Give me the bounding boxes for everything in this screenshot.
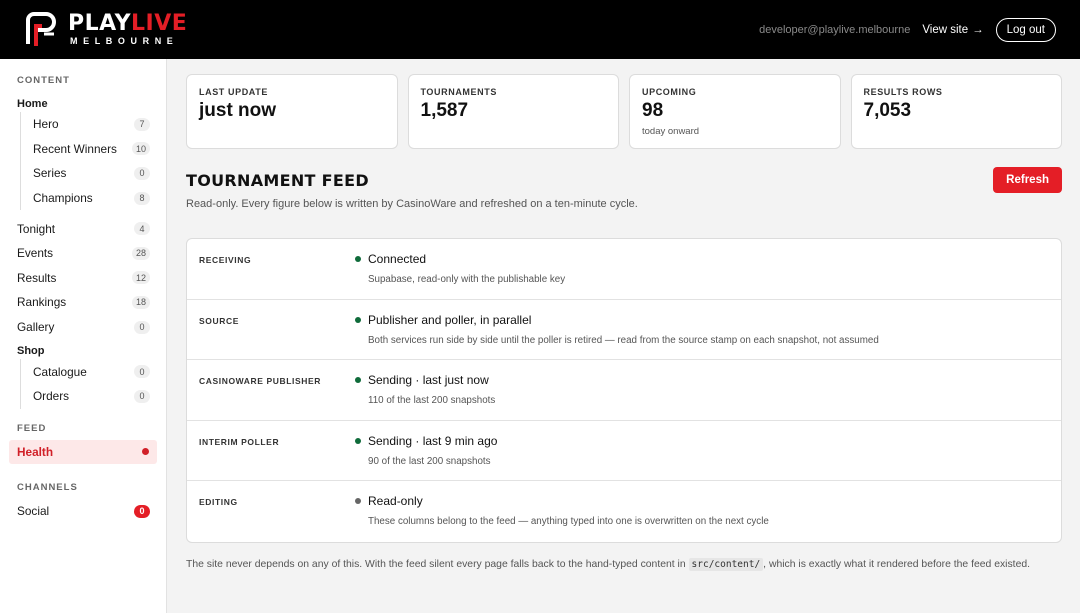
user-email: developer@playlive.melbourne	[759, 23, 911, 36]
stats-row: Last update just now Tournaments 1,587 U…	[186, 74, 1062, 149]
logo-mark-icon	[24, 11, 60, 48]
row-status: Publisher and poller, in parallel	[368, 312, 532, 327]
sidebar-item-catalogue[interactable]: Catalogue 0	[21, 359, 166, 384]
count-badge: 0	[134, 166, 150, 180]
sidebar-group-home[interactable]: Home	[0, 98, 166, 110]
status-row-editing: Editing Read-only These columns belong t…	[187, 481, 1061, 542]
content-path-code: src/content/	[688, 557, 764, 571]
row-label: Editing	[199, 497, 238, 507]
sidebar-item-health[interactable]: Health	[9, 439, 157, 465]
row-status: Sending · last 9 min ago	[368, 433, 498, 448]
row-detail: These columns belong to the feed — anyth…	[368, 516, 769, 527]
logo-subtitle: MELBOURNE	[70, 36, 179, 46]
sidebar-heading-channels: Channels	[17, 482, 78, 494]
row-detail: Supabase, read-only with the publishable…	[368, 274, 566, 285]
arrow-right-icon: →	[972, 23, 984, 36]
sidebar-item-tonight[interactable]: Tonight 4	[0, 216, 166, 241]
sidebar-item-orders[interactable]: Orders 0	[21, 384, 166, 409]
stat-label: Upcoming	[642, 87, 697, 97]
sidebar-item-series[interactable]: Series 0	[21, 161, 166, 186]
sidebar-item-champions[interactable]: Champions 8	[21, 186, 166, 211]
row-label: Source	[199, 315, 239, 326]
logo-wordmark: PLAYLIVE	[68, 11, 188, 36]
status-dot-icon	[355, 498, 361, 504]
sidebar-heading-content: Content	[17, 75, 70, 86]
row-status: Read-only	[368, 494, 423, 508]
sidebar: Content Home Hero 7 Recent Winners 10 Seri…	[0, 59, 167, 613]
count-badge: 0	[134, 320, 150, 334]
status-row-poller: Interim poller Sending · last 9 min ago …	[187, 421, 1061, 481]
row-label: Interim poller	[199, 436, 280, 447]
count-badge: 12	[131, 271, 150, 285]
sidebar-item-recent-winners[interactable]: Recent Winners 10	[21, 137, 166, 162]
status-row-publisher: CasinoWare publisher Sending · last just…	[187, 360, 1061, 421]
sidebar-heading-feed: Feed	[17, 422, 47, 434]
sidebar-item-gallery[interactable]: Gallery 0	[0, 315, 166, 340]
row-label: CasinoWare publisher	[199, 376, 322, 386]
row-status: Connected	[368, 252, 427, 266]
status-dot-icon	[355, 316, 361, 323]
feed-description: Read-only. Every figure below is written…	[186, 198, 638, 210]
sidebar-item-rankings[interactable]: Rankings 18	[0, 290, 166, 315]
stat-value: 1,587	[420, 100, 469, 121]
count-badge: 28	[131, 246, 150, 260]
stat-value: 98	[642, 100, 664, 121]
count-badge: 0	[134, 389, 150, 403]
home-submenu: Hero 7 Recent Winners 10 Series 0 Champions…	[20, 112, 166, 211]
stat-subtext: today onward	[642, 126, 700, 137]
status-dot-icon	[355, 256, 361, 262]
view-site-link[interactable]: View site →	[922, 24, 983, 36]
stat-card-results-rows: Results rows 7,053	[850, 74, 1062, 149]
status-row-source: Source Publisher and poller, in parallel…	[187, 300, 1061, 360]
stat-value: just now	[199, 100, 277, 121]
stat-label: Tournaments	[420, 87, 497, 97]
row-status: Sending · last just now	[368, 373, 489, 387]
stat-value: 7,053	[863, 100, 912, 121]
stat-card-last-update: Last update just now	[186, 74, 398, 149]
count-badge: 0	[134, 504, 150, 518]
stat-card-tournaments: Tournaments 1,587	[407, 74, 619, 149]
stat-label: Results rows	[863, 87, 943, 97]
count-badge: 4	[134, 222, 150, 236]
feed-footnote: The site never depends on any of this. W…	[186, 557, 1031, 571]
status-dot-icon	[355, 377, 361, 383]
count-badge: 7	[134, 117, 150, 131]
feed-status-panel: Receiving Connected Supabase, read-only …	[186, 238, 1062, 543]
status-row-receiving: Receiving Connected Supabase, read-only …	[187, 239, 1061, 300]
refresh-button[interactable]: Refresh	[993, 167, 1062, 193]
count-badge: 0	[134, 365, 150, 379]
row-detail: Both services run side by side until the…	[368, 334, 879, 346]
feed-header: TOURNAMENT FEED Read-only. Every figure …	[186, 167, 1062, 210]
stat-card-upcoming: Upcoming 98 today onward	[629, 74, 841, 149]
logo[interactable]: PLAYLIVE MELBOURNE	[24, 11, 188, 48]
shop-submenu: Catalogue 0 Orders 0	[20, 359, 166, 409]
count-badge: 18	[131, 295, 150, 309]
row-label: Receiving	[199, 255, 252, 265]
sidebar-item-results[interactable]: Results 12	[0, 266, 166, 291]
main-content: Last update just now Tournaments 1,587 U…	[186, 74, 1062, 572]
sidebar-item-hero[interactable]: Hero 7	[21, 112, 166, 137]
sidebar-item-events[interactable]: Events 28	[0, 241, 166, 266]
top-bar: PLAYLIVE MELBOURNE developer@playlive.me…	[0, 0, 1080, 59]
stat-label: Last update	[199, 87, 268, 97]
sidebar-group-shop[interactable]: Shop	[0, 345, 166, 357]
sidebar-item-social[interactable]: Social 0	[0, 499, 166, 524]
alert-dot-icon	[142, 448, 149, 456]
page-title: TOURNAMENT FEED	[186, 171, 369, 190]
count-badge: 10	[131, 142, 150, 156]
logout-button[interactable]: Log out	[995, 17, 1056, 42]
row-detail: 110 of the last 200 snapshots	[368, 395, 496, 406]
count-badge: 8	[134, 191, 150, 205]
row-detail: 90 of the last 200 snapshots	[368, 455, 491, 467]
status-dot-icon	[355, 437, 361, 444]
